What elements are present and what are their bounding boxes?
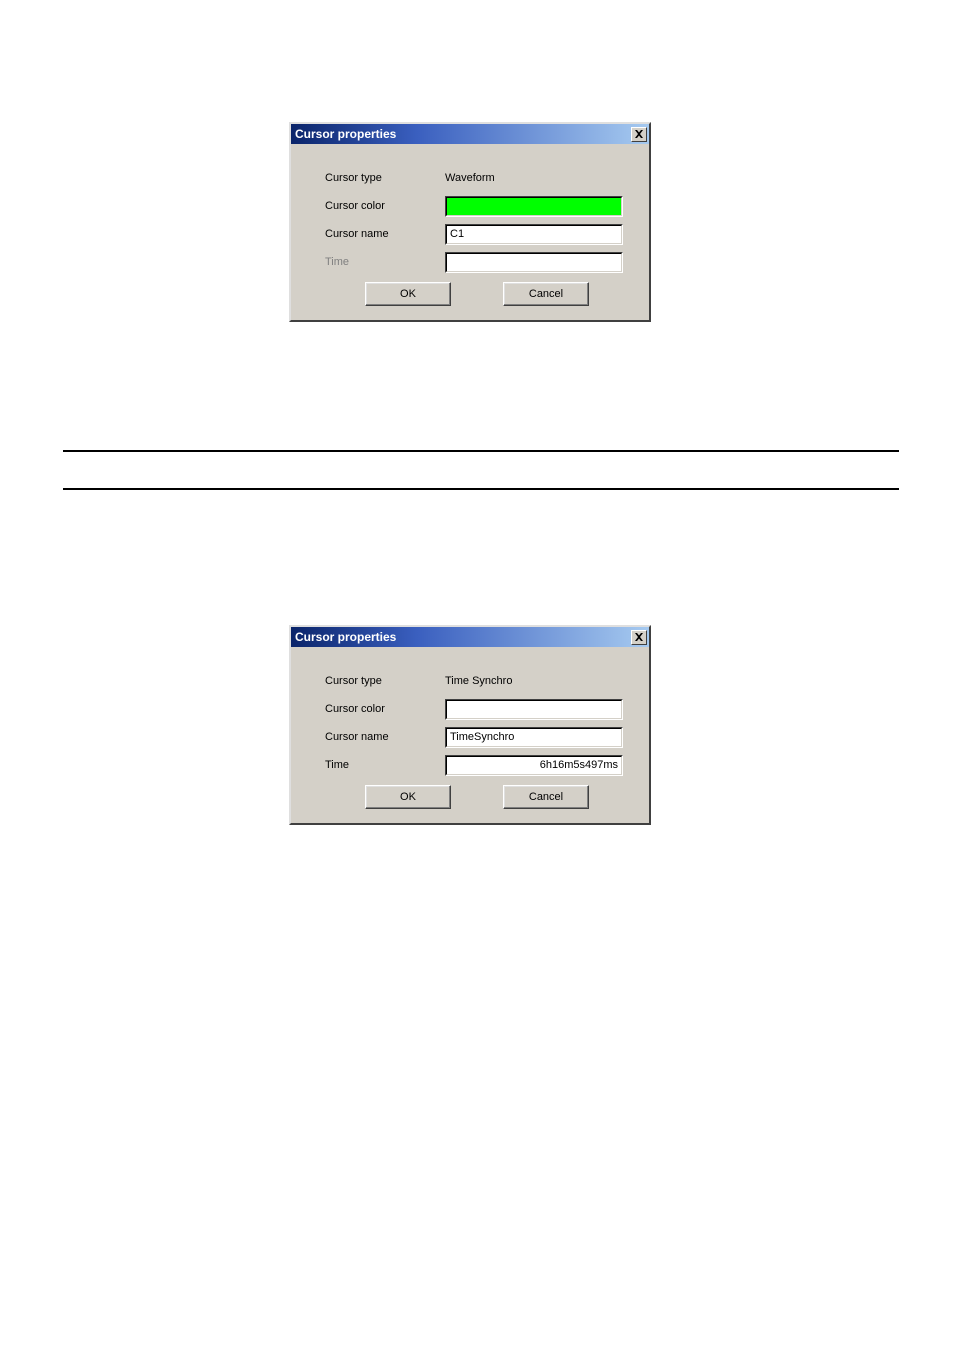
close-icon bbox=[635, 633, 643, 641]
dialog-title: Cursor properties bbox=[295, 127, 396, 141]
dialog-body: Cursor type Time Synchro Cursor color Cu… bbox=[291, 647, 649, 823]
cursor-type-value: Waveform bbox=[445, 172, 623, 184]
cursor-name-label: Cursor name bbox=[305, 228, 445, 240]
cursor-color-label: Cursor color bbox=[305, 703, 445, 715]
time-value bbox=[446, 253, 622, 272]
titlebar[interactable]: Cursor properties bbox=[291, 627, 649, 647]
time-value: 6h16m5s497ms bbox=[446, 756, 622, 775]
cursor-color-swatch[interactable] bbox=[445, 699, 623, 720]
cursor-name-field[interactable]: TimeSynchro bbox=[445, 727, 623, 748]
cursor-name-label: Cursor name bbox=[305, 731, 445, 743]
cursor-color-label: Cursor color bbox=[305, 200, 445, 212]
cursor-type-label: Cursor type bbox=[305, 675, 445, 687]
cancel-button-label: Cancel bbox=[529, 791, 563, 803]
ok-button-label: OK bbox=[400, 791, 416, 803]
titlebar[interactable]: Cursor properties bbox=[291, 124, 649, 144]
close-button[interactable] bbox=[631, 127, 647, 142]
close-button[interactable] bbox=[631, 630, 647, 645]
cancel-button-label: Cancel bbox=[529, 288, 563, 300]
time-field bbox=[445, 252, 623, 273]
cursor-properties-dialog: Cursor properties Cursor type Waveform C… bbox=[289, 122, 651, 322]
ok-button[interactable]: OK bbox=[365, 785, 451, 809]
cursor-name-value: TimeSynchro bbox=[446, 728, 622, 747]
cursor-name-value: C1 bbox=[446, 225, 622, 244]
cursor-color-swatch-inner bbox=[446, 700, 622, 719]
cancel-button[interactable]: Cancel bbox=[503, 785, 589, 809]
dialog-body: Cursor type Waveform Cursor color Cursor… bbox=[291, 144, 649, 320]
divider bbox=[63, 450, 899, 452]
ok-button[interactable]: OK bbox=[365, 282, 451, 306]
time-label: Time bbox=[305, 256, 445, 268]
button-row: OK Cancel bbox=[305, 779, 635, 813]
cursor-type-label: Cursor type bbox=[305, 172, 445, 184]
close-icon bbox=[635, 130, 643, 138]
divider bbox=[63, 488, 899, 490]
ok-button-label: OK bbox=[400, 288, 416, 300]
cursor-color-swatch[interactable] bbox=[445, 196, 623, 217]
cursor-color-swatch-inner bbox=[446, 197, 622, 216]
cursor-type-value: Time Synchro bbox=[445, 675, 623, 687]
cursor-name-field[interactable]: C1 bbox=[445, 224, 623, 245]
cancel-button[interactable]: Cancel bbox=[503, 282, 589, 306]
time-label: Time bbox=[305, 759, 445, 771]
cursor-properties-dialog: Cursor properties Cursor type Time Synch… bbox=[289, 625, 651, 825]
time-field[interactable]: 6h16m5s497ms bbox=[445, 755, 623, 776]
button-row: OK Cancel bbox=[305, 276, 635, 310]
dialog-title: Cursor properties bbox=[295, 630, 396, 644]
